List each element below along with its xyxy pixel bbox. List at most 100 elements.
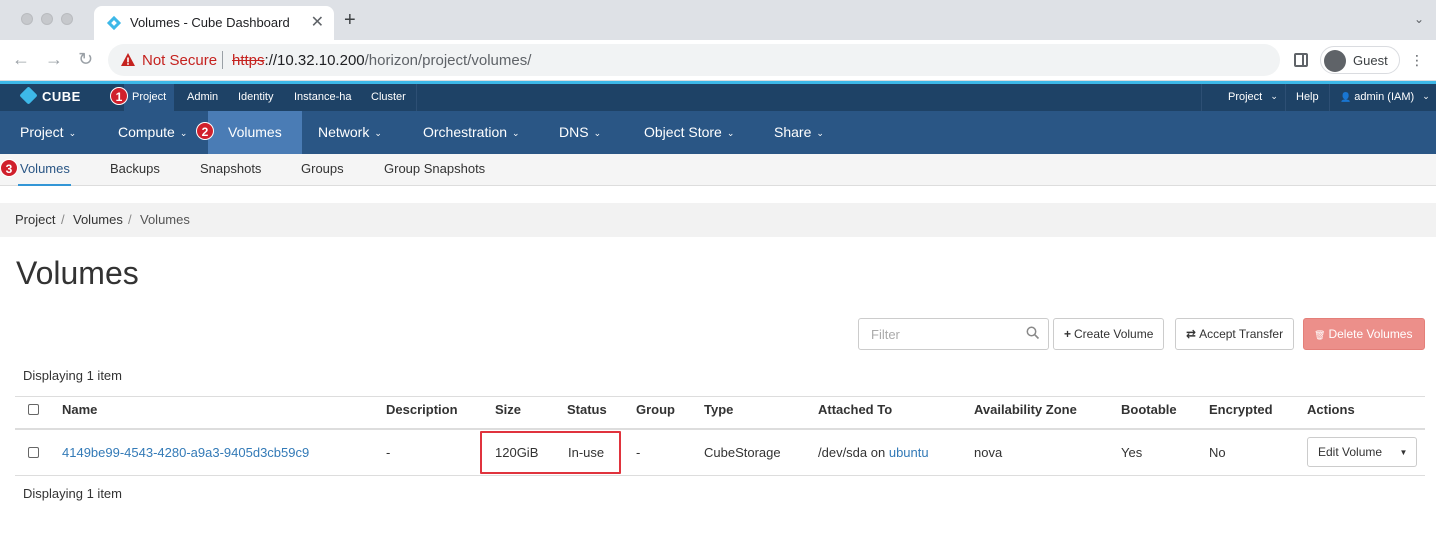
nav-project[interactable]: Project ⌄ [20, 111, 76, 154]
topnav-divider [1285, 84, 1286, 111]
row-actions-dropdown[interactable]: ▼ [1391, 437, 1417, 467]
subnav-group-snapshots[interactable]: Group Snapshots [384, 161, 485, 176]
subnav-groups[interactable]: Groups [301, 161, 344, 176]
nav-share[interactable]: Share ⌄ [774, 111, 824, 154]
search-icon[interactable] [1026, 326, 1040, 340]
url-separator: :// [264, 52, 278, 69]
profile-button[interactable]: Guest [1320, 46, 1400, 74]
column-header-type[interactable]: Type [704, 402, 733, 417]
create-volume-button[interactable]: + Create Volume [1053, 318, 1165, 350]
subnav-backups[interactable]: Backups [110, 161, 160, 176]
brand-name: CUBE [42, 89, 81, 104]
user-menu[interactable]: 👤 admin (IAM) ⌄ [1332, 84, 1436, 111]
chevron-down-icon: ⌄ [68, 128, 77, 138]
column-header-status[interactable]: Status [567, 402, 607, 417]
column-header-actions: Actions [1307, 402, 1355, 417]
select-all-checkbox[interactable] [28, 404, 39, 415]
subnav-snapshots[interactable]: Snapshots [200, 161, 261, 176]
chevron-down-icon: ⌄ [726, 128, 735, 138]
brand-logo[interactable]: CUBE [19, 86, 81, 105]
window-minimize-button[interactable] [41, 13, 53, 25]
volume-group: - [636, 445, 641, 460]
window-zoom-button[interactable] [61, 13, 73, 25]
cube-favicon-icon [106, 15, 122, 31]
address-divider [222, 51, 223, 69]
topnav-admin[interactable]: Admin [179, 84, 226, 111]
cube-logo-icon [19, 86, 38, 105]
annotation-badge-3: 3 [0, 159, 18, 177]
column-header-group[interactable]: Group [636, 402, 675, 417]
topnav-divider [1329, 84, 1330, 111]
accept-transfer-button[interactable]: ⇄ Accept Transfer [1175, 318, 1295, 350]
chevron-down-icon: ⌄ [374, 128, 382, 138]
topnav-identity[interactable]: Identity [230, 84, 281, 111]
accept-transfer-label: Accept Transfer [1199, 327, 1284, 341]
column-header-encrypted[interactable]: Encrypted [1209, 402, 1273, 417]
volume-bootable: Yes [1121, 445, 1143, 460]
nav-compute[interactable]: Compute ⌄ [118, 111, 187, 154]
nav-orchestration[interactable]: Orchestration ⌄ [423, 111, 520, 154]
topnav-instance-ha[interactable]: Instance-ha [286, 84, 359, 111]
url-text[interactable]: https://10.32.10.200/horizon/project/vol… [232, 52, 531, 69]
table-bottom-border [15, 475, 1425, 476]
column-header-description[interactable]: Description [386, 402, 458, 417]
delete-volumes-label: Delete Volumes [1328, 327, 1413, 341]
nav-network[interactable]: Network ⌄ [318, 111, 382, 154]
browser-menu-icon[interactable]: ⋮ [1410, 52, 1424, 69]
delete-volumes-button[interactable]: 🗑 Delete Volumes [1303, 318, 1425, 350]
back-button[interactable]: ← [12, 49, 30, 70]
column-header-attached-to[interactable]: Attached To [818, 402, 892, 417]
browser-tab[interactable]: Volumes - Cube Dashboard ✕ [94, 6, 334, 40]
column-header-name[interactable]: Name [62, 402, 97, 417]
breadcrumb-separator: / [128, 212, 132, 227]
url-host: 10.32.10.200 [277, 52, 365, 69]
address-bar[interactable]: Not Secure https://10.32.10.200/horizon/… [108, 44, 1280, 76]
forward-button[interactable]: → [45, 49, 63, 70]
nav-volumes[interactable]: Volumes [208, 111, 302, 154]
chevron-down-icon: ⌄ [179, 128, 188, 138]
volume-availability-zone: nova [974, 445, 1003, 460]
edit-volume-button[interactable]: Edit Volume [1307, 437, 1394, 467]
volume-description: - [386, 445, 391, 460]
chevron-down-icon: ⌄ [816, 128, 824, 138]
project-switcher[interactable]: Project ⌄ [1220, 84, 1286, 111]
breadcrumb-separator: / [61, 212, 65, 227]
window-close-button[interactable] [21, 13, 33, 25]
breadcrumb-project[interactable]: Project [15, 212, 55, 227]
column-header-availability-zone[interactable]: Availability Zone [974, 402, 1077, 417]
nav-object-store[interactable]: Object Store ⌄ [644, 111, 734, 154]
volume-name-link[interactable]: 4149be99-4543-4280-a9a3-9405d3cb59c9 [62, 445, 309, 460]
main-navbar: Project ⌄ Compute ⌄ Volumes Network ⌄ Orche… [0, 111, 1436, 154]
new-tab-button[interactable]: + [344, 9, 356, 32]
tab-close-icon[interactable]: ✕ [311, 12, 324, 32]
nav-compute-label: Compute [118, 124, 175, 140]
column-header-bootable[interactable]: Bootable [1121, 402, 1177, 417]
attached-instance-link[interactable]: ubuntu [889, 445, 929, 460]
chevron-down-icon: ⌄ [512, 128, 520, 138]
reload-button[interactable]: ↻ [78, 49, 93, 70]
subnav-volumes[interactable]: Volumes [20, 161, 70, 176]
security-status[interactable]: Not Secure [142, 52, 217, 69]
topnav-cluster[interactable]: Cluster [363, 84, 414, 111]
top-navbar: CUBE Project Admin Identity Instance-ha … [0, 81, 1436, 111]
column-header-size[interactable]: Size [495, 402, 521, 417]
tab-search-icon[interactable]: ⌄ [1414, 12, 1424, 26]
attached-device: /dev/sda on [818, 445, 886, 460]
breadcrumb-volumes[interactable]: Volumes [73, 212, 123, 227]
url-scheme: https [232, 52, 265, 69]
topnav-divider [1201, 84, 1202, 111]
row-checkbox[interactable] [28, 447, 39, 458]
page-title: Volumes [16, 255, 139, 291]
size-status-highlight-box [480, 431, 621, 474]
active-tab-indicator [18, 184, 71, 186]
url-path: /horizon/project/volumes/ [364, 52, 532, 69]
create-volume-label: Create Volume [1074, 327, 1154, 341]
avatar-icon [1324, 50, 1346, 72]
filter-input[interactable] [858, 318, 1049, 350]
nav-dns[interactable]: DNS ⌄ [559, 111, 601, 154]
side-panel-icon[interactable] [1294, 53, 1308, 67]
help-link[interactable]: Help [1288, 84, 1327, 111]
topnav-project[interactable]: Project [124, 84, 175, 111]
chevron-down-icon: ⌄ [1422, 91, 1430, 101]
project-switcher-label: Project [1228, 91, 1263, 103]
